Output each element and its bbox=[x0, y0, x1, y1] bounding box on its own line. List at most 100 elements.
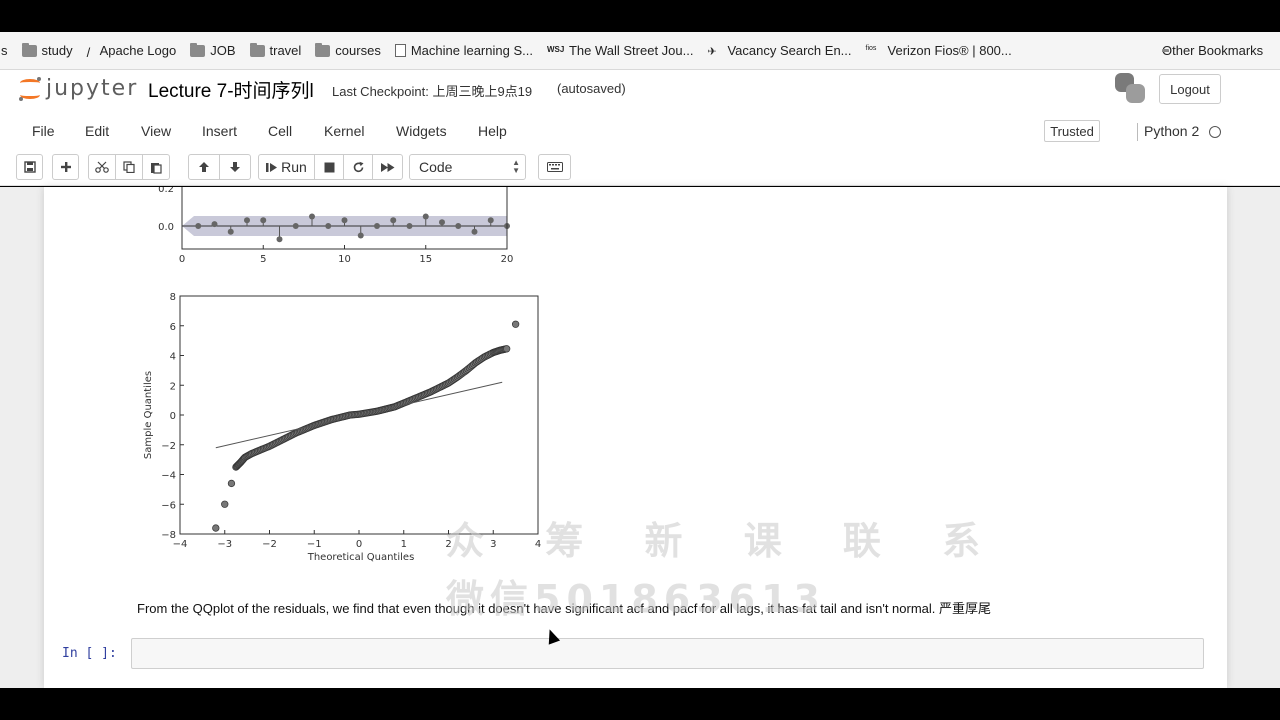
folder-icon bbox=[190, 42, 206, 57]
code-cell-input[interactable] bbox=[131, 638, 1204, 669]
menu-file[interactable]: File bbox=[32, 123, 55, 139]
y-tick-label: 6 bbox=[170, 322, 176, 333]
kernel-name[interactable]: Python 2 bbox=[1144, 123, 1199, 139]
autosave-status: (autosaved) bbox=[557, 81, 626, 96]
kernel-idle-icon bbox=[1209, 126, 1221, 138]
stem-point bbox=[439, 219, 445, 226]
bookmarks-bar: s study / Apache Logo JOB travel courses Machin… bbox=[0, 32, 1280, 70]
bookmark-item[interactable]: WSJ The Wall Street Jou... bbox=[547, 43, 694, 58]
bookmark-label: The Wall Street Jou... bbox=[568, 43, 694, 58]
sample-point bbox=[221, 500, 229, 508]
bookmark-item[interactable]: JOB bbox=[190, 42, 236, 58]
bookmark-item[interactable]: / Apache Logo bbox=[86, 43, 177, 60]
menu-view[interactable]: View bbox=[141, 123, 171, 139]
sample-point bbox=[503, 345, 511, 353]
bookmark-item[interactable]: Machine learning S... bbox=[394, 43, 533, 58]
feather-icon: / bbox=[86, 44, 91, 60]
bookmark-label: Verizon Fios® | 800... bbox=[887, 43, 1012, 58]
stem-point bbox=[390, 217, 397, 224]
menu-insert[interactable]: Insert bbox=[202, 123, 237, 139]
notebook-toolbar: Run Code ▲ ▼ bbox=[0, 148, 1280, 186]
scissors-icon bbox=[95, 161, 109, 173]
y-tick-label: 0.0 bbox=[158, 222, 174, 233]
menu-kernel[interactable]: Kernel bbox=[324, 123, 364, 139]
sample-point bbox=[511, 320, 520, 328]
stem-point bbox=[487, 217, 494, 224]
notebook-title[interactable]: Lecture 7-时间序列l bbox=[148, 76, 314, 103]
stem-point bbox=[309, 213, 315, 220]
y-tick-label: −8 bbox=[161, 530, 176, 541]
menu-edit[interactable]: Edit bbox=[85, 123, 109, 139]
bookmark-label: Apache Logo bbox=[99, 43, 177, 58]
bookmark-item[interactable]: s bbox=[1, 43, 8, 58]
watermark-line1: 众 筹 新 课 联 系 bbox=[446, 519, 1005, 563]
menu-help[interactable]: Help bbox=[478, 123, 507, 139]
cut-button[interactable] bbox=[88, 154, 116, 180]
restart-icon bbox=[353, 161, 363, 172]
x-tick-label: 0 bbox=[356, 539, 362, 550]
bookmark-label: Vacancy Search En... bbox=[727, 43, 852, 58]
menu-widgets[interactable]: Widgets bbox=[396, 123, 447, 139]
bookmark-item[interactable]: travel bbox=[249, 42, 302, 58]
other-bookmarks[interactable]: Other Bookmarks bbox=[1162, 43, 1263, 58]
python-logo-icon bbox=[1115, 73, 1145, 103]
jupyter-logo-icon bbox=[18, 76, 42, 101]
trusted-badge[interactable]: Trusted bbox=[1044, 120, 1100, 142]
bookmark-item[interactable]: courses bbox=[315, 42, 381, 58]
stem-point bbox=[195, 223, 202, 229]
bookmark-label: study bbox=[41, 43, 73, 58]
other-bookmarks-label: Other Bookmarks bbox=[1162, 43, 1264, 58]
y-tick-label: 0.2 bbox=[158, 187, 174, 195]
folder-icon bbox=[315, 42, 331, 57]
move-down-button[interactable] bbox=[219, 154, 251, 180]
cell-type-value: Code bbox=[419, 159, 453, 175]
interrupt-button[interactable] bbox=[314, 154, 344, 180]
bookmark-label: travel bbox=[269, 43, 302, 58]
bookmark-label: courses bbox=[335, 43, 381, 58]
bookmark-item[interactable]: study bbox=[21, 42, 73, 58]
x-tick-label: 5 bbox=[260, 254, 266, 265]
wsj-icon: WSJ bbox=[546, 44, 565, 54]
last-checkpoint: Last Checkpoint: 上周三晚上9点19 bbox=[332, 84, 533, 99]
folder-icon bbox=[21, 42, 37, 57]
x-tick-label: −2 bbox=[262, 539, 277, 550]
step-forward-icon bbox=[266, 162, 278, 172]
logout-button[interactable]: Logout bbox=[1159, 74, 1221, 104]
kernel-divider bbox=[1137, 123, 1138, 141]
stem-point bbox=[276, 236, 283, 243]
keyboard-icon bbox=[546, 162, 563, 172]
restart-run-all-button[interactable] bbox=[372, 154, 403, 180]
screen-bottom-bar bbox=[0, 688, 1280, 720]
stem-point bbox=[341, 217, 348, 224]
x-tick-label: 0 bbox=[179, 254, 185, 265]
arrow-up-icon bbox=[199, 162, 209, 172]
y-tick-label: 8 bbox=[170, 292, 176, 303]
bookmark-item[interactable]: fios Verizon Fios® | 800... bbox=[866, 43, 1012, 58]
stem-point bbox=[357, 232, 364, 239]
paste-button[interactable] bbox=[142, 154, 170, 180]
x-tick-label: −3 bbox=[217, 539, 232, 550]
copy-button[interactable] bbox=[115, 154, 143, 180]
save-button[interactable] bbox=[16, 154, 43, 180]
fast-forward-icon bbox=[380, 162, 394, 172]
move-up-button[interactable] bbox=[188, 154, 220, 180]
run-label: Run bbox=[281, 159, 307, 175]
command-palette-button[interactable] bbox=[538, 154, 571, 180]
insert-cell-button[interactable] bbox=[52, 154, 79, 180]
stem-point bbox=[422, 213, 429, 220]
restart-button[interactable] bbox=[343, 154, 373, 180]
copy-icon bbox=[123, 161, 135, 173]
cell-type-select[interactable]: Code ▲ ▼ bbox=[409, 154, 526, 180]
stem-point bbox=[455, 223, 462, 229]
run-button[interactable]: Run bbox=[258, 154, 315, 180]
acf-stem-chart: 0 5 10 15 20 0.2 0.0 bbox=[158, 187, 513, 265]
bookmark-item[interactable]: ✈ Vacancy Search En... bbox=[707, 43, 851, 58]
stem-point bbox=[406, 223, 413, 229]
page-icon bbox=[394, 44, 406, 57]
stem-point bbox=[211, 221, 218, 228]
save-icon bbox=[23, 161, 36, 173]
arrow-down-icon bbox=[230, 162, 240, 172]
jupyter-logo[interactable]: jupyter bbox=[18, 76, 138, 101]
y-tick-label: −4 bbox=[161, 471, 176, 482]
menu-cell[interactable]: Cell bbox=[268, 123, 292, 139]
